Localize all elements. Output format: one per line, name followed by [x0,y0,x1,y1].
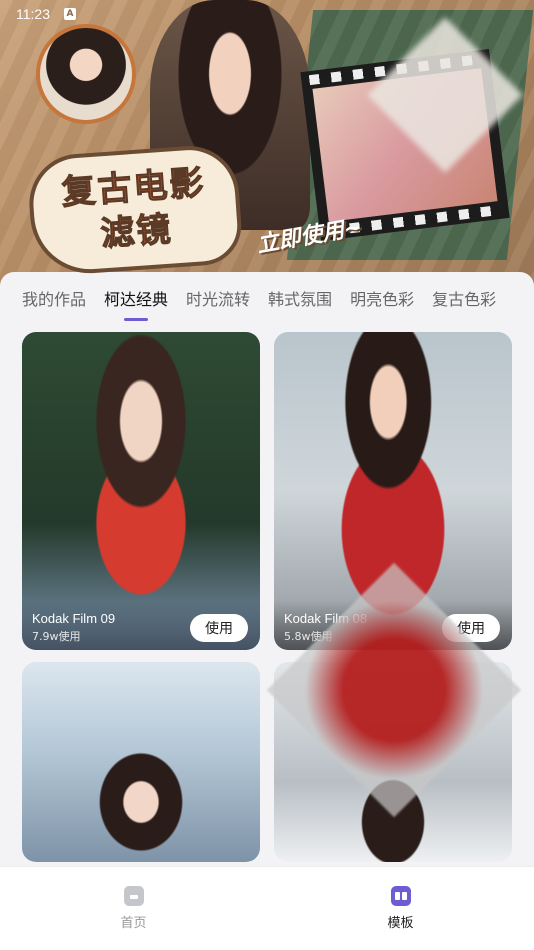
notification-icon: A [64,8,76,20]
category-tabs: 我的作品 柯达经典 时光流转 韩式氛围 明亮色彩 复古色彩 [0,272,534,324]
status-bar: 11:23 A [16,6,76,22]
nav-template[interactable]: 模板 [341,886,461,931]
banner[interactable]: 11:23 A 复古电影 滤镜 立即使用~ [0,0,534,292]
tab-korean-mood[interactable]: 韩式氛围 [268,286,332,310]
template-icon [390,886,411,906]
tab-retro-color[interactable]: 复古色彩 [432,286,496,310]
active-tab-indicator [124,318,149,321]
nav-home-label: 首页 [120,916,147,931]
banner-title: 复古电影 滤镜 [26,142,244,278]
status-time: 11:23 [16,6,50,22]
card-title: Kodak Film 09 [32,611,116,626]
use-button[interactable]: 使用 [190,614,248,642]
banner-title-line2: 滤镜 [99,209,175,255]
bottom-nav: 首页 模板 [0,866,534,950]
nav-template-label: 模板 [387,916,414,931]
template-card-3[interactable] [22,662,260,862]
tab-kodak-classic[interactable]: 柯达经典 [104,286,168,321]
tab-my-works[interactable]: 我的作品 [22,286,86,310]
banner-title-line1: 复古电影 [60,163,207,214]
nav-home[interactable]: 首页 [74,886,194,931]
home-icon [123,886,144,906]
banner-portrait-circle [36,24,136,124]
card-usage: 7.9w使用 [32,630,81,643]
tab-time-flow[interactable]: 时光流转 [186,286,250,310]
tab-bright-color[interactable]: 明亮色彩 [350,286,414,310]
template-card-kodak-09[interactable]: Kodak Film 09 7.9w使用 使用 [22,332,260,650]
